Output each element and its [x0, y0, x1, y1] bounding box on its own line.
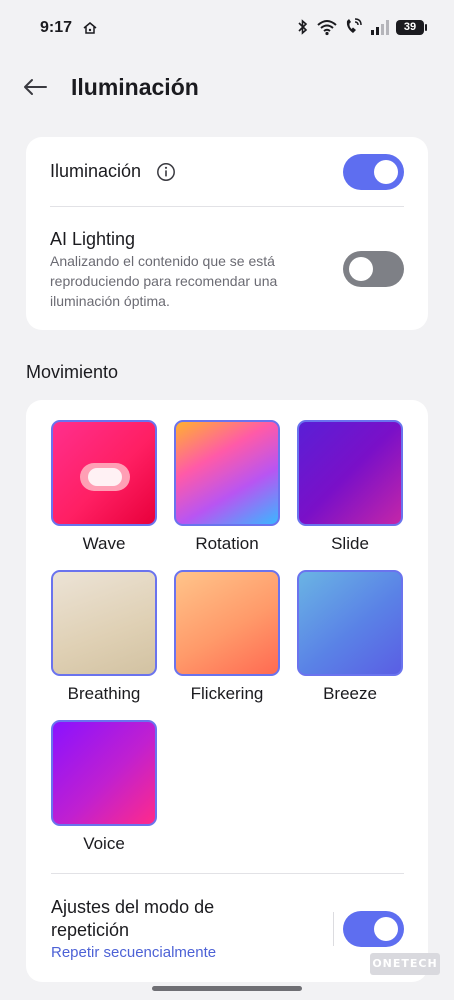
wave-preview-icon	[80, 463, 130, 491]
ai-lighting-toggle[interactable]	[343, 251, 404, 287]
effect-label-rotation: Rotation	[195, 534, 259, 553]
arrow-left-icon	[24, 79, 47, 95]
divider	[50, 206, 404, 207]
effect-label-voice: Voice	[83, 834, 125, 853]
ai-lighting-title: AI Lighting	[50, 229, 136, 249]
effect-label-slide: Slide	[331, 534, 369, 553]
wifi-icon	[317, 20, 337, 36]
effect-tile-rotation[interactable]	[174, 420, 280, 526]
page-title: Iluminación	[71, 74, 199, 100]
effect-tile-slide[interactable]	[297, 420, 403, 526]
home-icon	[83, 22, 97, 34]
ai-lighting-description-line: Analizando el contenido que se está	[50, 253, 275, 269]
effect-tile-breathing[interactable]	[51, 570, 157, 676]
repeat-mode-title-line: Ajustes del modo de	[51, 897, 215, 917]
illumination-label: Iluminación	[50, 161, 142, 181]
illumination-toggle[interactable]	[343, 154, 404, 190]
effect-tile-flickering[interactable]	[174, 570, 280, 676]
effect-label-breeze: Breeze	[323, 684, 377, 703]
signal-icon	[371, 20, 389, 35]
effect-label-wave: Wave	[82, 534, 126, 553]
status-time: 9:17	[40, 19, 73, 36]
effect-label-flickering: Flickering	[190, 684, 264, 703]
effect-tile-wave[interactable]	[51, 420, 157, 526]
repeat-mode-value: Repetir secuencialmente	[51, 944, 217, 961]
status-bar: 9:17 39	[0, 0, 454, 58]
ai-lighting-description-line: iluminación óptima.	[50, 293, 170, 309]
back-button[interactable]	[20, 72, 50, 102]
effect-tile-breeze[interactable]	[297, 570, 403, 676]
info-icon[interactable]	[156, 162, 176, 182]
ai-lighting-description-line: reproduciendo para recomendar una	[50, 273, 278, 289]
movement-heading: Movimiento	[26, 362, 119, 382]
repeat-mode-title-line: repetición	[51, 920, 130, 940]
lighting-card: Iluminación AI Lighting Analizando el co…	[26, 137, 428, 330]
toggle-knob	[374, 160, 398, 184]
battery-icon: 39	[396, 19, 427, 35]
wifi-call-icon	[346, 18, 362, 33]
toggle-knob	[349, 257, 373, 281]
effect-tile-voice[interactable]	[51, 720, 157, 826]
repeat-mode-toggle[interactable]	[343, 911, 404, 947]
effect-label-breathing: Breathing	[67, 684, 141, 703]
toggle-knob	[374, 917, 398, 941]
vertical-separator	[333, 912, 334, 946]
bluetooth-icon	[298, 19, 308, 35]
home-indicator[interactable]	[152, 986, 302, 991]
divider	[51, 873, 404, 874]
status-icons: 39	[296, 18, 427, 36]
watermark-logo: ONETECH	[370, 953, 440, 975]
